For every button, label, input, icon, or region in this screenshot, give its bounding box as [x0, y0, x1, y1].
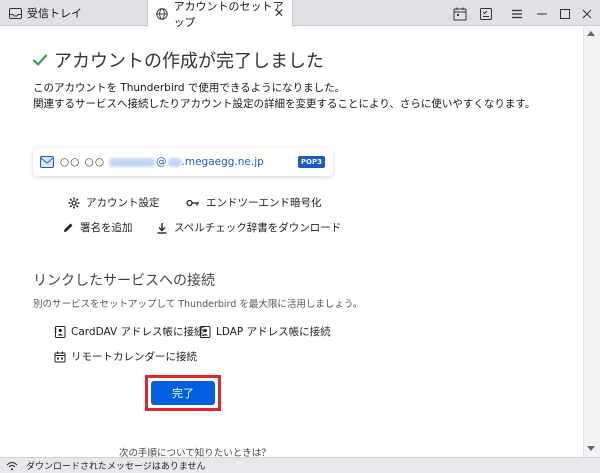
close-icon[interactable]: ✕: [274, 6, 284, 20]
download-icon: [157, 222, 167, 234]
page-title: アカウントの作成が完了しました: [32, 47, 324, 73]
add-signature-label: 署名を追加: [80, 222, 133, 234]
status-bar: ダウンロードされたメッセージはありません: [0, 457, 600, 473]
mail-account-icon: [40, 156, 54, 168]
scroll-up-icon[interactable]: [587, 31, 595, 36]
account-settings-label: アカウント設定: [86, 197, 160, 209]
checkmark-icon: [32, 54, 48, 66]
address-book-icon: [54, 325, 66, 338]
status-text: ダウンロードされたメッセージはありません: [26, 462, 206, 472]
ldap-connect-link[interactable]: LDAP アドレス帳に接続: [199, 324, 331, 339]
download-dictionary-label: スペルチェック辞書をダウンロード: [174, 222, 342, 234]
linked-services-description: 別のサービスをセットアップして Thunderbird を最大限に活用しましょう…: [33, 299, 363, 310]
gear-icon: [68, 197, 80, 208]
remote-calendar-connect-link[interactable]: リモートカレンダーに接続: [54, 349, 197, 364]
tab-account-setup[interactable]: アカウントのセットアップ ✕: [147, 0, 293, 29]
account-domain: .megaegg.ne.jp: [181, 156, 264, 168]
blurred-subdomain: [167, 157, 182, 167]
account-at: @: [156, 156, 167, 168]
linked-services-title: リンクしたサービスへの接続: [33, 273, 215, 289]
done-button[interactable]: 完了: [151, 381, 215, 405]
online-status-icon[interactable]: [6, 461, 18, 471]
inbox-icon: [8, 6, 22, 20]
scroll-down-icon[interactable]: [587, 446, 595, 451]
globe-icon: [156, 7, 169, 21]
download-dictionary-link[interactable]: スペルチェック辞書をダウンロード: [156, 220, 341, 235]
menu-icon[interactable]: [510, 6, 524, 20]
e2e-encryption-link[interactable]: エンドツーエンド暗号化: [186, 195, 322, 210]
blurred-username: [109, 157, 155, 167]
page-title-text: アカウントの作成が完了しました: [54, 51, 324, 72]
carddav-label: CardDAV アドレス帳に接続: [71, 326, 205, 338]
scrollbar[interactable]: [583, 27, 600, 457]
calendar-icon[interactable]: [453, 6, 467, 21]
address-book-icon: [199, 325, 211, 338]
key-icon: [186, 199, 199, 206]
calendar-icon: [54, 351, 66, 362]
window-close-icon[interactable]: [580, 6, 594, 20]
maximize-icon[interactable]: [558, 6, 572, 20]
protocol-badge: POP3: [297, 156, 325, 168]
minimize-icon[interactable]: [535, 6, 549, 20]
e2e-encryption-label: エンドツーエンド暗号化: [206, 197, 322, 209]
tasks-icon[interactable]: [479, 6, 493, 20]
description-line-2: 関連するサービスへ接続したりアカウント設定の詳細を変更することにより、さらに使い…: [33, 98, 536, 110]
remote-calendar-label: リモートカレンダーに接続: [71, 351, 197, 363]
account-settings-link[interactable]: アカウント設定: [68, 195, 160, 210]
add-signature-link[interactable]: 署名を追加: [62, 220, 133, 235]
tab-bar: 受信トレイ アカウントのセットアップ ✕: [0, 0, 600, 29]
description-line-1: このアカウントを Thunderbird で使用できるようになりました。: [33, 82, 346, 94]
pencil-icon: [64, 223, 73, 232]
account-name: ○○ ○○: [60, 156, 105, 168]
account-card[interactable]: ○○ ○○ @ .megaegg.ne.jp POP3: [33, 148, 333, 176]
tab-inbox-label: 受信トレイ: [27, 7, 82, 20]
tab-inbox[interactable]: 受信トレイ: [0, 0, 145, 26]
ldap-label: LDAP アドレス帳に接続: [216, 326, 331, 338]
carddav-connect-link[interactable]: CardDAV アドレス帳に接続: [54, 324, 205, 339]
